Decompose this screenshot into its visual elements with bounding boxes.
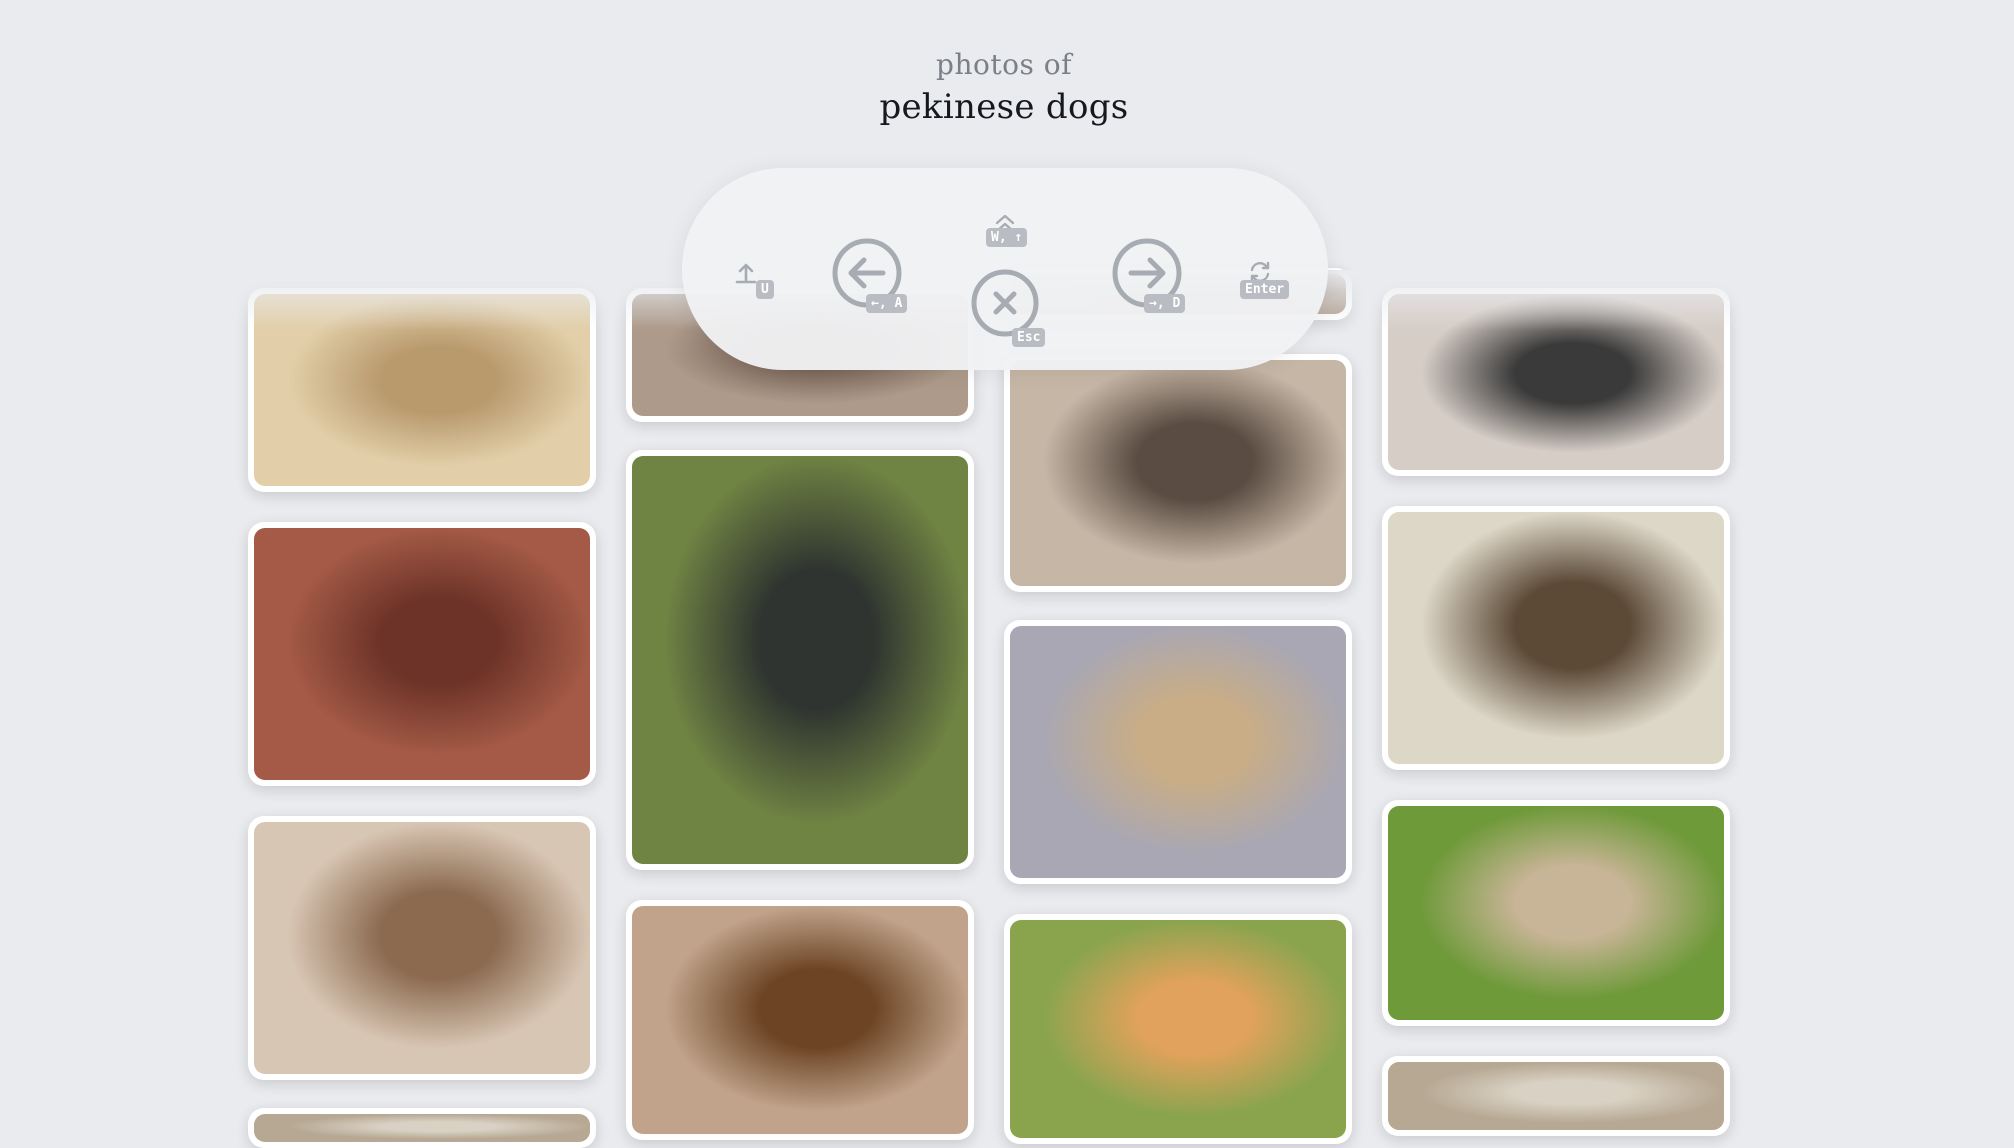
photo xyxy=(254,822,590,1074)
next-button[interactable]: →, D xyxy=(1102,228,1192,318)
photo-card[interactable] xyxy=(1382,506,1730,770)
collapse-button[interactable]: W, ↑ xyxy=(978,202,1032,247)
photo-grid xyxy=(0,0,2014,1148)
photo xyxy=(254,528,590,780)
hotkey-badge: Esc xyxy=(1012,328,1046,347)
photo-card[interactable] xyxy=(1382,800,1730,1026)
photo-card[interactable] xyxy=(1004,354,1352,592)
photo-card[interactable] xyxy=(1382,1056,1730,1136)
hotkey-badge: Enter xyxy=(1240,280,1290,299)
viewer-toolbar: U ←, A W, ↑ Esc →, D Enter xyxy=(682,168,1328,370)
photo-card[interactable] xyxy=(626,450,974,870)
hotkey-badge: ←, A xyxy=(866,294,908,313)
photo-card[interactable] xyxy=(248,522,596,786)
photo xyxy=(1388,806,1724,1020)
close-button[interactable]: Esc xyxy=(962,260,1048,347)
hotkey-badge: W, ↑ xyxy=(986,228,1028,247)
photo xyxy=(254,1114,590,1142)
hotkey-badge: →, D xyxy=(1144,294,1186,313)
photo xyxy=(1388,512,1724,764)
photo-card[interactable] xyxy=(248,816,596,1080)
photo-card[interactable] xyxy=(626,900,974,1140)
photo xyxy=(632,456,968,864)
photo-card[interactable] xyxy=(248,1108,596,1148)
photo xyxy=(1010,626,1346,878)
hotkey-badge: U xyxy=(756,280,774,299)
upload-button[interactable]: U xyxy=(718,246,774,302)
photo-card[interactable] xyxy=(1004,914,1352,1144)
photo xyxy=(1388,1062,1724,1130)
photo xyxy=(632,906,968,1134)
photo xyxy=(1010,920,1346,1138)
photo xyxy=(1010,360,1346,586)
refresh-button[interactable]: Enter xyxy=(1232,244,1290,300)
previous-button[interactable]: ←, A xyxy=(822,228,912,318)
photo-card[interactable] xyxy=(1004,620,1352,884)
